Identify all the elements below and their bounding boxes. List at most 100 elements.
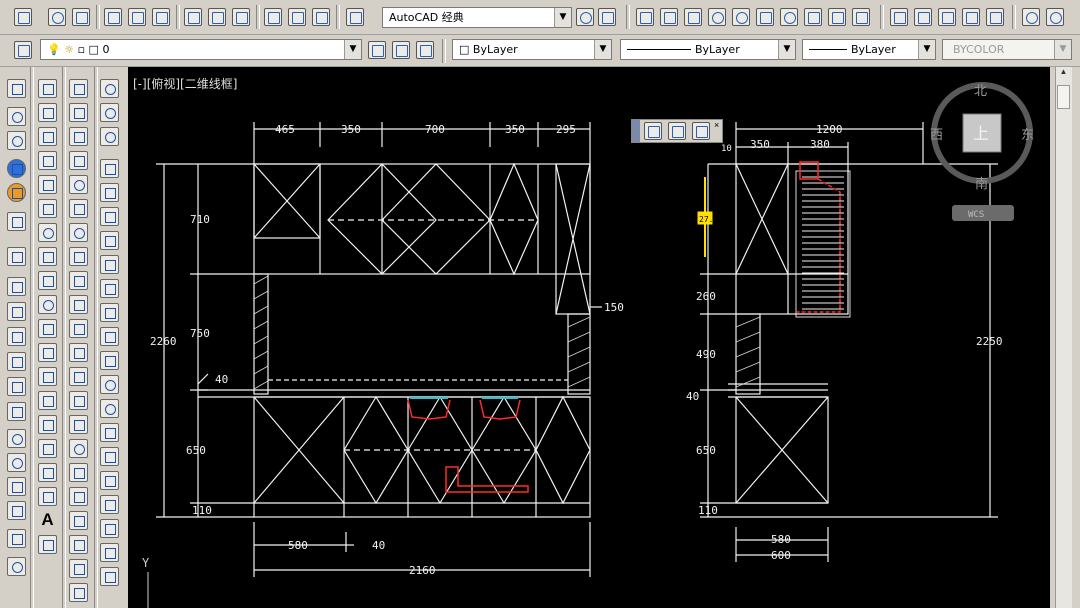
offset-icon[interactable] [100, 159, 119, 178]
wedge-icon[interactable] [660, 8, 678, 26]
pyramid-icon[interactable] [756, 8, 774, 26]
rotate-icon[interactable] [100, 231, 119, 250]
view-top-icon[interactable] [7, 327, 26, 346]
break-icon[interactable] [100, 375, 119, 394]
polyline-icon[interactable] [38, 127, 57, 146]
sphere-icon[interactable] [7, 107, 26, 126]
qdim-icon[interactable] [69, 271, 88, 290]
view-front-icon[interactable] [7, 352, 26, 371]
join-icon[interactable] [100, 399, 119, 418]
mtext-icon[interactable]: A [38, 510, 57, 530]
add-selected-icon[interactable] [38, 535, 57, 554]
dim-text-edit-icon[interactable] [69, 511, 88, 530]
cone-icon[interactable] [684, 8, 702, 26]
plotstyle-select[interactable]: BYCOLOR ▼ [942, 39, 1072, 60]
scroll-up-icon[interactable]: ▲ [1056, 67, 1071, 81]
fillet-edge-icon[interactable] [100, 567, 119, 586]
dim-diameter-icon[interactable] [69, 223, 88, 242]
layer-states-icon[interactable] [416, 41, 434, 59]
slice-icon[interactable] [7, 212, 26, 231]
hatch-icon[interactable] [38, 415, 57, 434]
viewcube[interactable] [931, 82, 1033, 221]
array-icon[interactable] [100, 183, 119, 202]
qdim-icon[interactable] [312, 8, 330, 26]
undo-icon[interactable] [72, 8, 90, 26]
free-orbit-icon[interactable] [7, 453, 26, 472]
dim-arc-icon[interactable] [69, 127, 88, 146]
scrollbar-thumb[interactable] [1057, 85, 1070, 109]
line-icon[interactable] [14, 8, 32, 26]
align-icon[interactable] [692, 122, 710, 140]
intersect-icon[interactable] [100, 543, 119, 562]
layer-manager-icon[interactable] [14, 41, 32, 59]
polygon-icon[interactable] [38, 151, 57, 170]
torus-icon[interactable] [780, 8, 798, 26]
loft-icon[interactable] [914, 8, 932, 26]
box-icon[interactable] [7, 79, 26, 98]
make-block-icon[interactable] [38, 367, 57, 386]
dim-aligned-icon[interactable] [69, 103, 88, 122]
dim-baseline-icon[interactable] [69, 295, 88, 314]
wcs-label[interactable]: WCS [968, 210, 984, 220]
dim-radius-icon[interactable] [69, 175, 88, 194]
cylinder-icon[interactable] [732, 8, 750, 26]
cylinder-icon[interactable] [7, 131, 26, 150]
close-icon[interactable]: × [714, 120, 722, 132]
dim-continue-icon[interactable] [69, 319, 88, 338]
lineweight-select[interactable]: ByLayer ▼ [802, 39, 936, 60]
linetype-select[interactable]: ByLayer ▼ [620, 39, 796, 60]
center-mark-icon[interactable] [69, 415, 88, 434]
dim-aligned-icon[interactable] [128, 8, 146, 26]
viewcube-south[interactable]: 南 [975, 176, 988, 192]
dim-continue-icon[interactable] [288, 8, 306, 26]
subtract-icon[interactable] [1046, 8, 1064, 26]
trim-icon[interactable] [100, 303, 119, 322]
construction-line-icon[interactable] [38, 103, 57, 122]
extrude-icon[interactable] [828, 8, 846, 26]
copy-icon[interactable] [100, 103, 119, 122]
dim-linear-icon[interactable] [104, 8, 122, 26]
wireframe-icon[interactable] [7, 277, 26, 296]
break-point-icon[interactable] [100, 351, 119, 370]
viewcube-west[interactable]: 西 [930, 128, 943, 143]
line-icon[interactable] [38, 79, 57, 98]
viewcube-face[interactable]: 上 [973, 124, 989, 143]
camera-icon[interactable] [7, 529, 26, 548]
conceptual-shade-icon[interactable] [7, 183, 26, 202]
dim-override-icon[interactable] [69, 583, 88, 602]
dim-arc-icon[interactable] [152, 8, 170, 26]
arc-icon[interactable] [38, 199, 57, 218]
workspace-save-icon[interactable] [598, 8, 616, 26]
vertical-scrollbar[interactable]: ▲ [1055, 67, 1072, 608]
presspull-icon[interactable] [938, 8, 956, 26]
stretch-icon[interactable] [100, 279, 119, 298]
realistic-shade-icon[interactable] [7, 159, 26, 178]
rotate3d-icon[interactable] [668, 122, 686, 140]
revolve-icon[interactable] [852, 8, 870, 26]
chamfer-icon[interactable] [100, 423, 119, 442]
layer-select[interactable]: 💡 ☼ ▫ □ 0 ▼ [40, 39, 362, 60]
dim-linear-icon[interactable] [69, 79, 88, 98]
table-icon[interactable] [38, 487, 57, 506]
view-iso-icon[interactable] [7, 402, 26, 421]
box-icon[interactable] [636, 8, 654, 26]
fillet-icon[interactable] [100, 447, 119, 466]
view-left-icon[interactable] [7, 377, 26, 396]
mirror-icon[interactable] [100, 127, 119, 146]
zoom-icon[interactable] [48, 8, 66, 26]
dim-jogged-icon[interactable] [69, 199, 88, 218]
insert-block-icon[interactable] [38, 343, 57, 362]
dim-angular-icon[interactable] [69, 247, 88, 266]
tolerance-icon[interactable] [69, 391, 88, 410]
ortho-icon[interactable] [644, 122, 662, 140]
dim-space-icon[interactable] [69, 343, 88, 362]
scale-icon[interactable] [100, 255, 119, 274]
region-icon[interactable] [38, 463, 57, 482]
shell-icon[interactable] [986, 8, 1004, 26]
sphere-icon[interactable] [708, 8, 726, 26]
extend-icon[interactable] [100, 327, 119, 346]
dim-angular-icon[interactable] [184, 8, 202, 26]
explode-icon[interactable] [100, 471, 119, 490]
walk-icon[interactable] [7, 477, 26, 496]
jogged-linear-icon[interactable] [69, 463, 88, 482]
